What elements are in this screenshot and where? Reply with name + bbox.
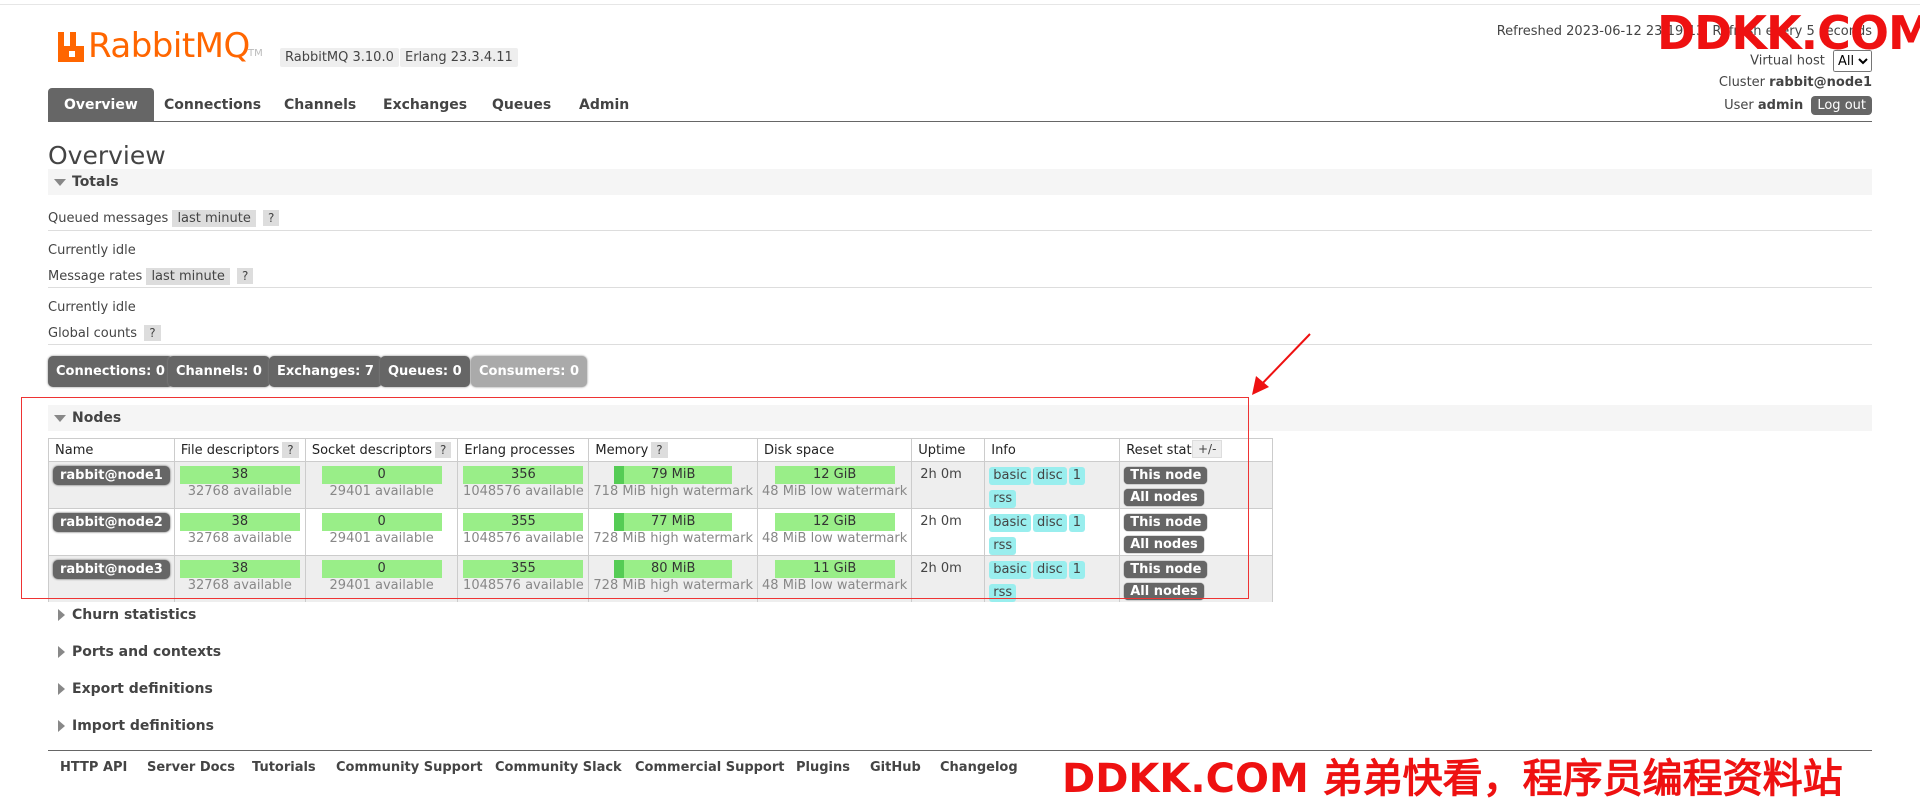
divider — [48, 230, 1872, 231]
annotation-highlight-box — [21, 397, 1249, 599]
page-title: Overview — [48, 141, 166, 170]
logo-trademark: TM — [248, 48, 263, 59]
queues-count-button[interactable]: Queues: 0 — [380, 356, 470, 387]
tab-queues[interactable]: Queues — [476, 88, 567, 122]
expand-arrow-icon — [58, 683, 65, 695]
help-button[interactable]: ? — [237, 268, 254, 284]
channels-count-button[interactable]: Channels: 0 — [168, 356, 270, 387]
footer-link-changelog[interactable]: Changelog — [940, 760, 1018, 775]
churn-statistics-section[interactable]: Churn statistics — [48, 602, 1872, 628]
import-definitions-section[interactable]: Import definitions — [48, 713, 1872, 739]
footer-link-http-api[interactable]: HTTP API — [60, 760, 127, 775]
rabbit-logo-icon — [58, 32, 84, 62]
section-label: Churn statistics — [72, 607, 197, 623]
queues-count-label: Queues: — [388, 364, 449, 379]
queued-range-selector[interactable]: last minute — [172, 210, 256, 227]
cluster-label: Cluster — [1718, 75, 1766, 90]
logo-text: RabbitMQ — [88, 26, 250, 66]
tabs-underline — [48, 121, 1872, 122]
exchanges-count-button[interactable]: Exchanges: 7 — [269, 356, 382, 387]
queued-messages-label: Queued messages — [48, 211, 169, 226]
ports-contexts-section[interactable]: Ports and contexts — [48, 639, 1872, 665]
help-button[interactable]: ? — [263, 210, 280, 226]
footer-link-github[interactable]: GitHub — [870, 760, 921, 775]
queued-messages-row: Queued messages last minute ? — [48, 210, 280, 227]
divider — [48, 287, 1872, 288]
annotation-arrow-icon — [1252, 333, 1311, 395]
tab-overview[interactable]: Overview — [48, 88, 154, 122]
tab-channels[interactable]: Channels — [268, 88, 372, 122]
section-label: Import definitions — [72, 718, 214, 734]
global-counts-label: Global counts — [48, 326, 138, 341]
consumers-count-label: Consumers: — [479, 364, 566, 379]
help-button[interactable]: ? — [144, 325, 161, 341]
footer-link-plugins[interactable]: Plugins — [796, 760, 850, 775]
consumers-count-value: 0 — [569, 364, 580, 379]
footer-link-community-support[interactable]: Community Support — [336, 760, 483, 775]
exchanges-count-label: Exchanges: — [277, 364, 361, 379]
erlang-version-badge: Erlang 23.3.4.11 — [400, 48, 518, 67]
channels-count-value: 0 — [252, 364, 262, 379]
channels-count-label: Channels: — [176, 364, 249, 379]
footer-link-tutorials[interactable]: Tutorials — [252, 760, 316, 775]
watermark-top: DDKK.COM — [1657, 6, 1920, 60]
rates-idle-text: Currently idle — [48, 300, 136, 315]
expand-arrow-icon — [58, 646, 65, 658]
cluster-name: rabbit@node1 — [1769, 75, 1872, 90]
footer-link-community-slack[interactable]: Community Slack — [495, 760, 622, 775]
expand-arrow-icon — [58, 609, 65, 621]
watermark-bottom: DDKK.COM 弟弟快看，程序员编程资料站 — [1062, 756, 1843, 802]
top-border — [0, 4, 1920, 5]
totals-section-header[interactable]: Totals — [48, 169, 1872, 195]
global-counts-row: Global counts ? — [48, 325, 161, 341]
rabbitmq-version-badge: RabbitMQ 3.10.0 — [280, 48, 399, 67]
tab-admin[interactable]: Admin — [563, 88, 645, 122]
tab-connections[interactable]: Connections — [148, 88, 277, 122]
message-rates-row: Message rates last minute ? — [48, 268, 254, 285]
footer-link-server-docs[interactable]: Server Docs — [147, 760, 235, 775]
totals-heading: Totals — [72, 174, 119, 190]
expand-arrow-icon — [58, 720, 65, 732]
queued-idle-text: Currently idle — [48, 243, 136, 258]
divider — [48, 344, 1872, 345]
message-rates-label: Message rates — [48, 269, 143, 284]
logout-button[interactable]: Log out — [1811, 96, 1872, 115]
consumers-count-button[interactable]: Consumers: 0 — [471, 356, 588, 387]
export-definitions-section[interactable]: Export definitions — [48, 676, 1872, 702]
connections-count-value: 0 — [155, 364, 165, 379]
rates-range-selector[interactable]: last minute — [146, 268, 230, 285]
exchanges-count-value: 7 — [364, 364, 374, 379]
tab-exchanges[interactable]: Exchanges — [367, 88, 483, 122]
queues-count-value: 0 — [452, 364, 462, 379]
connections-count-label: Connections: — [56, 364, 152, 379]
section-label: Export definitions — [72, 681, 213, 697]
footer-link-commercial-support[interactable]: Commercial Support — [635, 760, 785, 775]
collapse-arrow-icon — [54, 179, 66, 186]
user-name: admin — [1757, 98, 1804, 113]
user-label: User — [1724, 98, 1754, 113]
user-row: User admin Log out — [1672, 96, 1872, 115]
section-label: Ports and contexts — [72, 644, 222, 660]
cluster-row: Cluster rabbit@node1 — [1672, 75, 1872, 90]
connections-count-button[interactable]: Connections: 0 — [48, 356, 173, 387]
